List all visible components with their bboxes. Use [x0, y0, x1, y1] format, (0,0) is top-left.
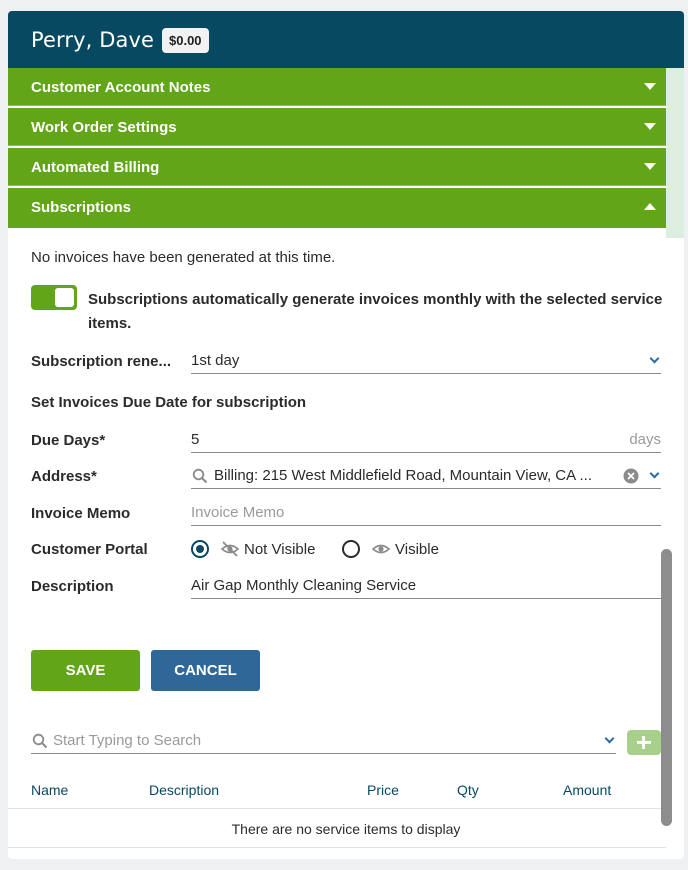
due-date-heading: Set Invoices Due Date for subscription [31, 394, 307, 411]
eye-icon [371, 541, 391, 562]
auto-invoice-description: Subscriptions automatically generate inv… [88, 291, 663, 332]
not-visible-label: Not Visible [244, 541, 316, 558]
balance-badge: $0.00 [162, 28, 209, 53]
no-invoices-message: No invoices have been generated at this … [31, 249, 336, 266]
radio-visible[interactable] [342, 540, 360, 558]
service-search-input[interactable]: Start Typing to Search [31, 730, 616, 754]
chevron-down-icon [604, 733, 615, 744]
invoice-memo-input[interactable]: Invoice Memo [191, 502, 661, 526]
portal-option-visible[interactable]: Visible [342, 538, 462, 562]
accordion-label: Subscriptions [31, 199, 132, 216]
column-header-amount: Amount [563, 782, 612, 798]
accordion-side-strip [666, 68, 684, 238]
accordion-work-order-settings[interactable]: Work Order Settings [8, 108, 666, 146]
visible-label: Visible [395, 541, 439, 558]
renewal-value: 1st day [191, 352, 240, 369]
address-label: Address* [31, 468, 97, 485]
description-label: Description [31, 578, 114, 595]
column-header-price: Price [367, 782, 399, 798]
due-days-label: Due Days* [31, 432, 106, 449]
accordion-label: Work Order Settings [31, 119, 177, 136]
description-input[interactable]: Air Gap Monthly Cleaning Service [191, 575, 661, 599]
accordion-automated-billing[interactable]: Automated Billing [8, 148, 666, 186]
cancel-button[interactable]: CANCEL [151, 650, 260, 691]
search-icon [32, 733, 48, 754]
customer-name: Perry, Dave [31, 28, 154, 52]
clear-icon[interactable] [623, 468, 639, 489]
chevron-down-icon [649, 468, 660, 479]
invoice-memo-label: Invoice Memo [31, 505, 131, 522]
customer-panel: Perry, Dave $0.00 Customer Account Notes… [8, 11, 684, 859]
save-button[interactable]: SAVE [31, 650, 140, 691]
caret-down-icon [644, 123, 656, 130]
accordion-label: Automated Billing [31, 159, 160, 176]
scrollbar-thumb[interactable] [661, 549, 672, 826]
address-select[interactable]: Billing: 215 West Middlefield Road, Moun… [191, 465, 661, 489]
customer-header: Perry, Dave $0.00 [8, 11, 684, 68]
search-icon [192, 468, 208, 489]
column-header-qty: Qty [457, 782, 479, 798]
add-service-item-button[interactable] [627, 730, 661, 755]
due-days-unit: days [629, 431, 661, 448]
chevron-down-icon [649, 353, 660, 364]
table-bottom-divider [8, 847, 666, 848]
address-value: Billing: 215 West Middlefield Road, Moun… [214, 467, 592, 484]
portal-option-not-visible[interactable]: Not Visible [191, 538, 331, 562]
caret-up-icon [644, 203, 656, 210]
auto-invoice-toggle[interactable] [31, 285, 77, 310]
caret-down-icon [644, 163, 656, 170]
radio-not-visible[interactable] [191, 540, 209, 558]
due-days-value: 5 [191, 431, 200, 448]
invoice-memo-placeholder: Invoice Memo [191, 504, 285, 521]
column-header-description: Description [149, 782, 220, 798]
renewal-label: Subscription rene... [31, 353, 172, 370]
eye-off-icon [220, 541, 240, 562]
renewal-select[interactable]: 1st day [191, 350, 661, 374]
accordion-customer-account-notes[interactable]: Customer Account Notes [8, 68, 666, 106]
empty-table-message: There are no service items to display [231, 821, 461, 837]
table-header-divider [8, 808, 666, 809]
description-value: Air Gap Monthly Cleaning Service [191, 577, 417, 594]
toggle-knob [55, 288, 74, 307]
customer-portal-label: Customer Portal [31, 541, 148, 558]
accordion-subscriptions[interactable]: Subscriptions [8, 188, 666, 228]
due-days-input[interactable]: 5 days [191, 429, 661, 453]
accordion-label: Customer Account Notes [31, 79, 211, 96]
column-header-name: Name [31, 782, 69, 798]
service-search-placeholder: Start Typing to Search [53, 732, 202, 749]
caret-down-icon [644, 83, 656, 90]
